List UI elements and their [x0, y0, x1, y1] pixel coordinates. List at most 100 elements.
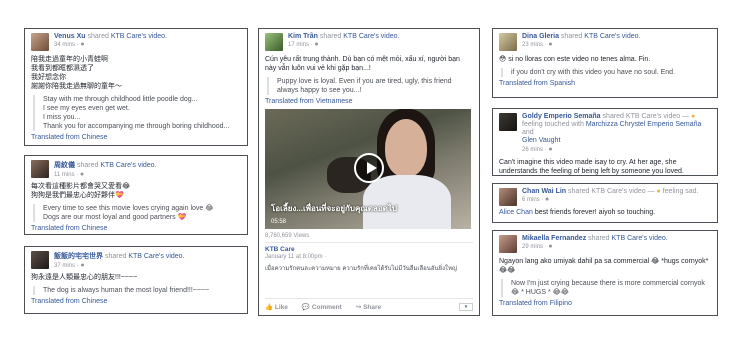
- avatar[interactable]: [499, 113, 517, 131]
- shared-text: shared: [588, 235, 610, 242]
- post-time[interactable]: 11 mins ·: [54, 172, 78, 178]
- action-bar: 👍 Like 💬 Comment ↪ Share ▾: [265, 298, 473, 311]
- globe-icon: ●: [79, 171, 85, 178]
- translated-from-link[interactable]: Translated from Spanish: [499, 80, 711, 87]
- avatar[interactable]: [31, 160, 49, 178]
- translated-label: Translated from: [31, 134, 80, 141]
- author-name[interactable]: Goldy Emperio Semaña: [522, 113, 601, 120]
- avatar[interactable]: [31, 251, 49, 269]
- video-link[interactable]: KTB Care's video.: [100, 162, 156, 169]
- shared-text: shared KTB Care's video —: [602, 113, 690, 120]
- post-text: 狗永遠是人類最忠心的朋友!!!~~~~: [31, 274, 138, 281]
- comment-icon: 💬: [301, 304, 311, 311]
- avatar[interactable]: [31, 33, 49, 51]
- touched-emoji-icon: ●: [691, 113, 696, 120]
- video-link[interactable]: KTB Care's video.: [343, 33, 399, 40]
- translated-label: Translated from: [499, 300, 548, 307]
- share-button[interactable]: ↪ Share: [356, 303, 381, 311]
- tagged-user[interactable]: Marchizza Chrystel Emperio Semaña: [586, 121, 702, 128]
- post-card-yusuo: 飯飯的宅宅世界 shared KTB Care's video. 37 mins…: [24, 246, 248, 314]
- video-caption: โอเลี้ยง...เพื่อนที่จะอยู่กับคุณตลอดไป: [271, 204, 397, 213]
- author-name[interactable]: 周紋儀: [54, 162, 75, 169]
- translated-label: Translated from: [265, 98, 314, 105]
- avatar[interactable]: [499, 33, 517, 51]
- post-time[interactable]: 17 mins ·: [288, 42, 313, 48]
- translated-from-link[interactable]: Translated from Filipino: [499, 300, 711, 307]
- translated-from-link[interactable]: Translated from Chinese: [31, 225, 241, 232]
- post-header: 周紋儀 shared KTB Care's video. 11 mins · ●: [31, 160, 241, 178]
- globe-icon: ●: [314, 41, 319, 48]
- play-icon[interactable]: [354, 153, 384, 183]
- translated-lang: Chinese: [81, 134, 108, 141]
- shared-text: shared: [560, 33, 583, 40]
- globe-icon: ●: [80, 41, 85, 48]
- translation-quote: Now I'm just crying because there is mor…: [501, 279, 711, 297]
- post-header: Kim Trần shared KTB Care's video. 17 min…: [265, 33, 473, 51]
- audience-selector[interactable]: ▾: [459, 303, 473, 311]
- post-header: 飯飯的宅宅世界 shared KTB Care's video. 37 mins…: [31, 251, 241, 269]
- shared-text: shared KTB Care's video —: [568, 188, 655, 195]
- post-time[interactable]: 34 mins ·: [54, 42, 79, 48]
- translated-label: Translated from: [499, 80, 548, 87]
- page-name[interactable]: KTB Care: [265, 246, 473, 253]
- sad-emoji-icon: ●: [656, 188, 661, 195]
- comment-button[interactable]: 💬 Comment: [302, 303, 342, 311]
- translation-quote: Puppy love is loyal. Even if you are tir…: [267, 77, 473, 95]
- post-header: Mikaella Fernandez shared KTB Care's vid…: [499, 235, 711, 253]
- post-text: 陪我走過童年的小青蛙啊 我看到都眶都濕透了 我好想念你 謝謝你陪我走過無聊的童年…: [31, 56, 122, 90]
- translated-from-link[interactable]: Translated from Vietnamese: [265, 98, 473, 105]
- post-card-zhou: 周紋儀 shared KTB Care's video. 11 mins · ●…: [24, 155, 248, 235]
- author-name[interactable]: Dina Gleria: [522, 33, 559, 40]
- translated-from-link[interactable]: Translated from Chinese: [31, 134, 241, 141]
- post-card-chan: Chan Wai Lin shared KTB Care's video — ●…: [492, 183, 718, 223]
- translated-label: Translated from: [31, 225, 80, 232]
- author-name[interactable]: Chan Wai Lin: [522, 188, 566, 195]
- globe-icon: ●: [548, 41, 553, 48]
- page-date[interactable]: January 11 at 8:00pm ·: [265, 254, 473, 260]
- translated-lang: Chinese: [81, 298, 108, 305]
- video-link[interactable]: KTB Care's video.: [584, 33, 640, 40]
- author-name[interactable]: 飯飯的宅宅世界: [54, 253, 103, 260]
- shared-text: shared: [87, 33, 109, 40]
- author-name[interactable]: Mikaella Fernandez: [522, 235, 586, 242]
- chevron-down-icon: ▾: [464, 304, 468, 310]
- shared-text: shared: [104, 253, 127, 260]
- translated-lang: Spanish: [549, 80, 576, 87]
- video-link[interactable]: KTB Care's video.: [128, 253, 184, 260]
- post-time[interactable]: 37 mins ·: [54, 263, 79, 269]
- post-time[interactable]: 26 mins ·: [522, 147, 547, 153]
- post-card-dina: Dina Gleria shared KTB Care's video. 23 …: [492, 28, 718, 98]
- post-card-venus: Venus Xu shared KTB Care's video. 34 min…: [24, 28, 248, 146]
- original-post: KTB Care January 11 at 8:00pm · เมื่อควา…: [265, 242, 473, 273]
- feeling-text: feeling touched with: [522, 121, 584, 128]
- globe-icon: ●: [80, 262, 85, 269]
- avatar[interactable]: [499, 188, 517, 206]
- author-name[interactable]: Venus Xu: [54, 33, 86, 40]
- video-link[interactable]: KTB Care's video.: [111, 33, 167, 40]
- tagged-user[interactable]: Alice Chan: [499, 209, 533, 216]
- translated-from-link[interactable]: Translated from Chinese: [31, 298, 241, 305]
- avatar[interactable]: [499, 235, 517, 253]
- like-button[interactable]: 👍 Like: [265, 303, 288, 311]
- post-time[interactable]: 23 mins ·: [522, 42, 547, 48]
- feeling-text: feeling sad.: [662, 188, 699, 195]
- translated-label: Translated from: [31, 298, 80, 305]
- author-name[interactable]: Kim Trần: [288, 33, 318, 40]
- shared-text: shared: [319, 33, 342, 40]
- tagged-user[interactable]: Glen Vaught: [522, 137, 560, 144]
- translated-lang: Chinese: [81, 225, 108, 232]
- globe-icon: ●: [548, 146, 553, 153]
- video-player[interactable]: โอเลี้ยง...เพื่อนที่จะอยู่กับคุณตลอดไป 0…: [265, 109, 471, 229]
- post-header: Venus Xu shared KTB Care's video. 34 min…: [31, 33, 241, 51]
- thumbs-up-icon: 👍: [265, 304, 274, 311]
- post-time[interactable]: 6 mins ·: [522, 197, 543, 203]
- post-text: Cún yêu rất trung thành. Dù bạn có mệt m…: [265, 56, 460, 72]
- post-time[interactable]: 29 mins ·: [522, 244, 547, 250]
- video-link[interactable]: KTB Care's video.: [612, 235, 668, 242]
- avatar[interactable]: [265, 33, 283, 51]
- translated-lang: Vietnamese: [315, 98, 353, 105]
- like-label: Like: [274, 304, 288, 311]
- globe-icon: ●: [545, 196, 550, 203]
- comment-label: Comment: [311, 304, 342, 311]
- post-text: 😳 si no lloras con este video no tenes a…: [499, 56, 651, 63]
